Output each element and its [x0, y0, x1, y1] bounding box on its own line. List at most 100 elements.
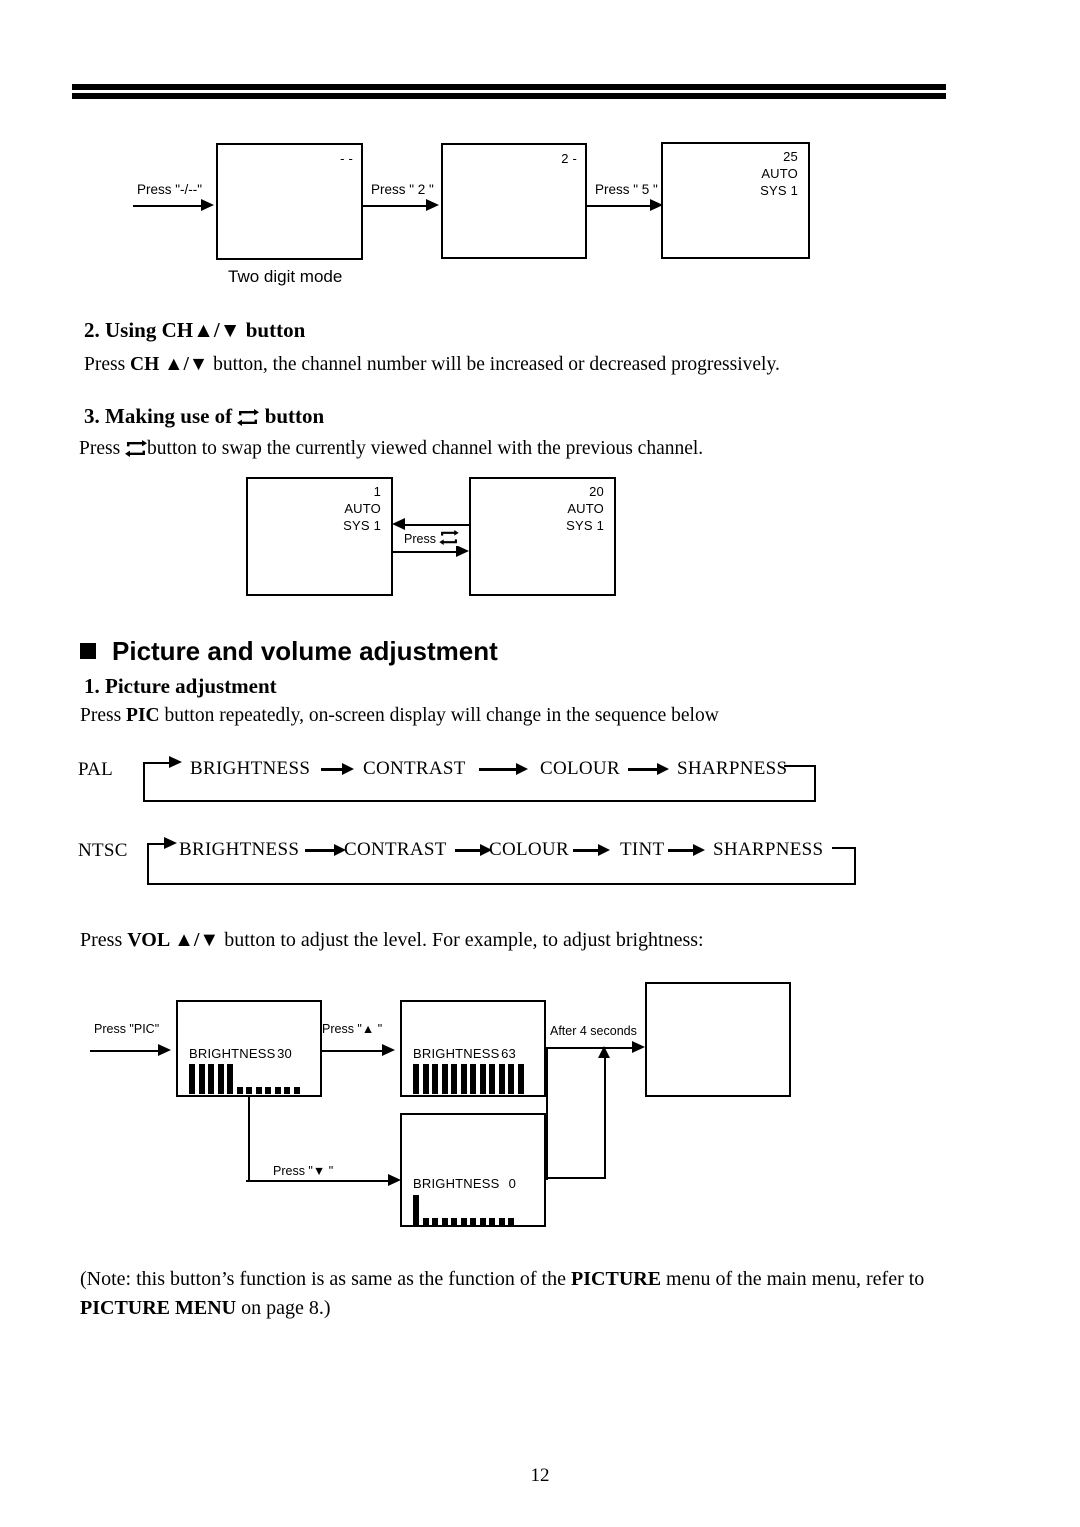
osd-channel-number: 25 — [783, 149, 798, 164]
osd-sys: SYS 1 — [760, 183, 798, 198]
osd-label-brightness-63: BRIGHTNESS — [413, 1046, 500, 1061]
para3-after: button to swap the currently viewed chan… — [147, 438, 704, 459]
pal-loop-right-vertical — [814, 765, 816, 801]
up-arrow-shaft — [322, 1050, 384, 1052]
picture-section-heading: Picture and volume adjustment — [112, 636, 498, 666]
label-press-up: Press "▲ " — [322, 1022, 383, 1036]
osd-right-channel: 20 — [589, 484, 604, 499]
note-paragraph: (Note: this button’s function is as same… — [80, 1265, 950, 1323]
pal-item-brightness: BRIGHTNESS — [190, 758, 311, 779]
arrow-3-shaft — [587, 205, 652, 207]
header-rule-line-1 — [72, 84, 946, 90]
pic-arrow-shaft — [90, 1050, 160, 1052]
vol-bold: VOL ▲/▼ — [127, 929, 220, 951]
osd-value-brightness-63: 63 — [501, 1046, 516, 1061]
step-label-press-minus: Press "-/--" — [137, 182, 203, 197]
arrow-2-shaft — [363, 205, 428, 207]
osd-left-channel: 1 — [373, 484, 381, 499]
swap-icon-diagram — [439, 530, 460, 545]
swap-arrow-left-head — [392, 518, 405, 530]
return-path-horizontal-c — [544, 1177, 606, 1179]
caption-two-digit-mode: Two digit mode — [228, 267, 343, 286]
level-bars-63 — [413, 1062, 527, 1094]
pal-loop-left-vertical — [143, 762, 145, 800]
picture-section-heading-row: Picture and volume adjustment — [80, 636, 498, 667]
pal-item-contrast: CONTRAST — [363, 758, 466, 779]
ntsc-loop-bottom — [147, 883, 856, 885]
note-line1-a: (Note: this button’s function is as same… — [80, 1268, 572, 1290]
note-line2-bold: PICTURE MENU — [80, 1297, 237, 1319]
picture-intro-paragraph: Press PIC button repeatedly, on-screen d… — [80, 703, 940, 729]
tv-screen-channel-25: 25 AUTO SYS 1 — [661, 142, 810, 259]
osd-auto: AUTO — [761, 166, 798, 181]
picture-subheading: 1. Picture adjustment — [84, 674, 277, 698]
pal-loop-entry-shaft — [143, 762, 171, 764]
swap-arrow-left-shaft — [404, 524, 470, 526]
osd-label-brightness-30: BRIGHTNESS — [189, 1046, 276, 1061]
swap-icon — [237, 409, 260, 426]
para2-after: button, the channel number will be incre… — [208, 354, 780, 375]
note-line2-b: on page 8.) — [236, 1297, 331, 1319]
after4s-arrow-shaft — [546, 1047, 635, 1049]
pic-intro-before: Press — [80, 705, 127, 726]
ntsc-item-contrast: CONTRAST — [344, 839, 447, 860]
up-arrow-head — [382, 1044, 395, 1056]
para3-before: Press — [79, 438, 121, 459]
swap-icon-inline — [125, 440, 148, 457]
note-line2-a: refer to — [866, 1268, 925, 1290]
osd-label-brightness-0: BRIGHTNESS — [413, 1176, 500, 1191]
tv-screen-channel-20: 20 AUTO SYS 1 — [469, 477, 616, 596]
osd-value-brightness-0: 0 — [508, 1176, 516, 1191]
swap-arrow-right-head — [456, 545, 469, 557]
osd-left-sys: SYS 1 — [343, 518, 381, 533]
down-path-horizontal — [246, 1180, 391, 1182]
tv-screen-empty-two-digit: - - — [216, 143, 363, 260]
bullet-square-icon — [80, 643, 96, 659]
tv-screen-brightness-0: BRIGHTNESS 0 — [400, 1113, 546, 1227]
vol-after: button to adjust the level. For example,… — [219, 929, 704, 951]
para2-bold: CH ▲/▼ — [130, 354, 209, 375]
header-rule — [72, 84, 946, 100]
osd-right-sys: SYS 1 — [566, 518, 604, 533]
osd-left-auto: AUTO — [344, 501, 381, 516]
note-line1-bold: PICTURE — [571, 1268, 662, 1290]
sequence-pal-system: PAL — [78, 759, 114, 780]
pal-loop-exit-shaft — [784, 765, 816, 767]
heading-section-3: 3. Making use of button — [84, 404, 324, 429]
vol-before: Press — [80, 929, 128, 951]
label-press-pic: Press "PIC" — [94, 1022, 160, 1036]
arrow-2-head — [426, 199, 439, 211]
return-path-arrow-head-up — [598, 1046, 610, 1058]
ntsc-loop-exit-shaft — [832, 847, 856, 849]
header-rule-line-2 — [72, 93, 946, 99]
vol-intro-paragraph: Press VOL ▲/▼ button to adjust the level… — [80, 927, 940, 953]
paragraph-section-3: Press button to swap the currently viewe… — [79, 436, 939, 462]
after4s-arrow-head — [632, 1041, 645, 1053]
step-label-press-5: Press " 5 " — [595, 182, 658, 197]
pal-loop-bottom — [143, 800, 816, 802]
para2-before: Press — [84, 354, 131, 375]
arrow-1-shaft — [133, 205, 203, 207]
document-page: Press "-/--" - - Two digit mode Press " … — [0, 0, 1080, 1527]
heading3-after: button — [264, 404, 325, 428]
pal-item-colour: COLOUR — [540, 758, 620, 779]
level-bars-0 — [413, 1193, 518, 1225]
ntsc-item-tint: TINT — [620, 839, 665, 860]
ntsc-loop-entry-head — [164, 837, 177, 849]
tv-screen-brightness-30: BRIGHTNESS 30 — [176, 1000, 322, 1097]
sequence-ntsc-system: NTSC — [78, 840, 128, 861]
swap-press-label: Press — [402, 530, 462, 546]
arrow-1-head — [201, 199, 214, 211]
swap-arrow-right-shaft — [393, 551, 458, 553]
label-after-4-seconds: After 4 seconds — [550, 1024, 637, 1038]
pal-loop-entry-head — [169, 756, 182, 768]
osd-2-dash: 2 - — [561, 151, 577, 166]
pic-intro-after: button repeatedly, on-screen display wil… — [159, 705, 719, 726]
osd-value-brightness-30: 30 — [277, 1046, 292, 1061]
level-bars-30 — [189, 1062, 303, 1094]
return-path-vertical-c — [604, 1055, 606, 1179]
tv-screen-brightness-63: BRIGHTNESS 63 — [400, 1000, 546, 1097]
label-press-down: Press "▼ " — [271, 1164, 336, 1178]
heading3-before: 3. Making use of — [84, 404, 233, 428]
tv-screen-channel-1: 1 AUTO SYS 1 — [246, 477, 393, 596]
